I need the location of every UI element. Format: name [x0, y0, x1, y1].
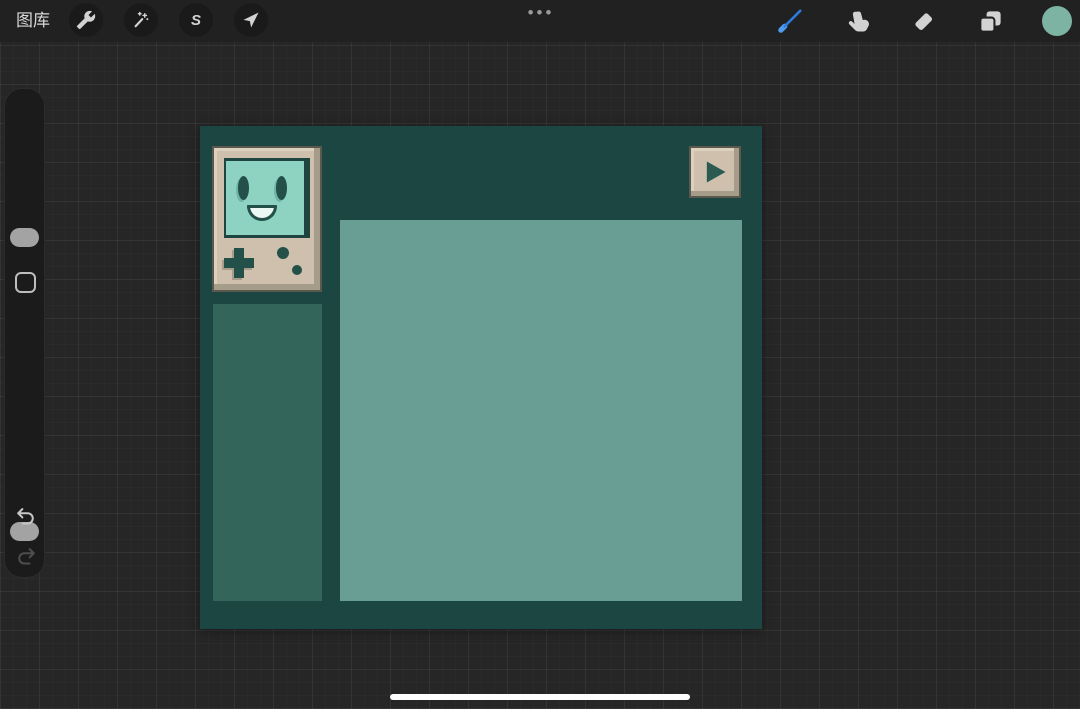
undo-icon: [15, 505, 37, 527]
redo-button[interactable]: [13, 543, 38, 568]
gallery-button[interactable]: 图库: [16, 0, 50, 42]
bmo-dpad: [224, 248, 254, 278]
artwork-main-panel: [340, 220, 742, 601]
artwork-left-panel: [213, 304, 322, 601]
brush-size-handle[interactable]: [10, 228, 39, 247]
home-indicator[interactable]: [390, 694, 690, 700]
procreate-app: 图库 S •••: [0, 0, 1080, 709]
bmo-button-a: [277, 247, 289, 259]
bmo-mouth: [247, 205, 277, 221]
redo-icon: [15, 545, 37, 567]
bmo-eye-left: [238, 176, 249, 200]
wrench-icon: [76, 10, 96, 30]
color-swatch: [1042, 6, 1072, 36]
brush-sidebar: [4, 88, 45, 578]
brush-icon: [776, 7, 804, 35]
canvas-options-button[interactable]: •••: [505, 0, 577, 26]
transform-arrow-icon: [241, 10, 261, 30]
smudge-tool-button[interactable]: [837, 1, 877, 41]
top-toolbar: 图库 S •••: [0, 0, 1080, 42]
smudge-icon: [844, 8, 871, 35]
adjustments-button[interactable]: [124, 3, 158, 37]
undo-button[interactable]: [13, 503, 38, 528]
magic-wand-icon: [131, 10, 151, 30]
opacity-slider[interactable]: [5, 289, 46, 449]
layers-button[interactable]: [970, 1, 1010, 41]
bmo-eye-right: [276, 176, 287, 200]
eraser-icon: [910, 8, 937, 35]
paint-tool-button[interactable]: [770, 1, 810, 41]
erase-tool-button[interactable]: [903, 1, 943, 41]
bmo-screen: [224, 158, 310, 238]
transform-button[interactable]: [234, 3, 268, 37]
bmo-character: [212, 146, 322, 292]
bmo-button-b: [292, 265, 302, 275]
brush-size-slider[interactable]: [5, 89, 46, 269]
artwork-canvas[interactable]: [200, 126, 762, 629]
layers-icon: [977, 8, 1004, 35]
selection-button[interactable]: S: [179, 3, 213, 37]
svg-text:S: S: [191, 12, 201, 29]
color-button[interactable]: [1037, 1, 1077, 41]
selection-s-icon: S: [186, 10, 206, 30]
actions-button[interactable]: [69, 3, 103, 37]
play-triangle-icon: [701, 158, 729, 186]
artwork-play-button: [689, 146, 741, 198]
